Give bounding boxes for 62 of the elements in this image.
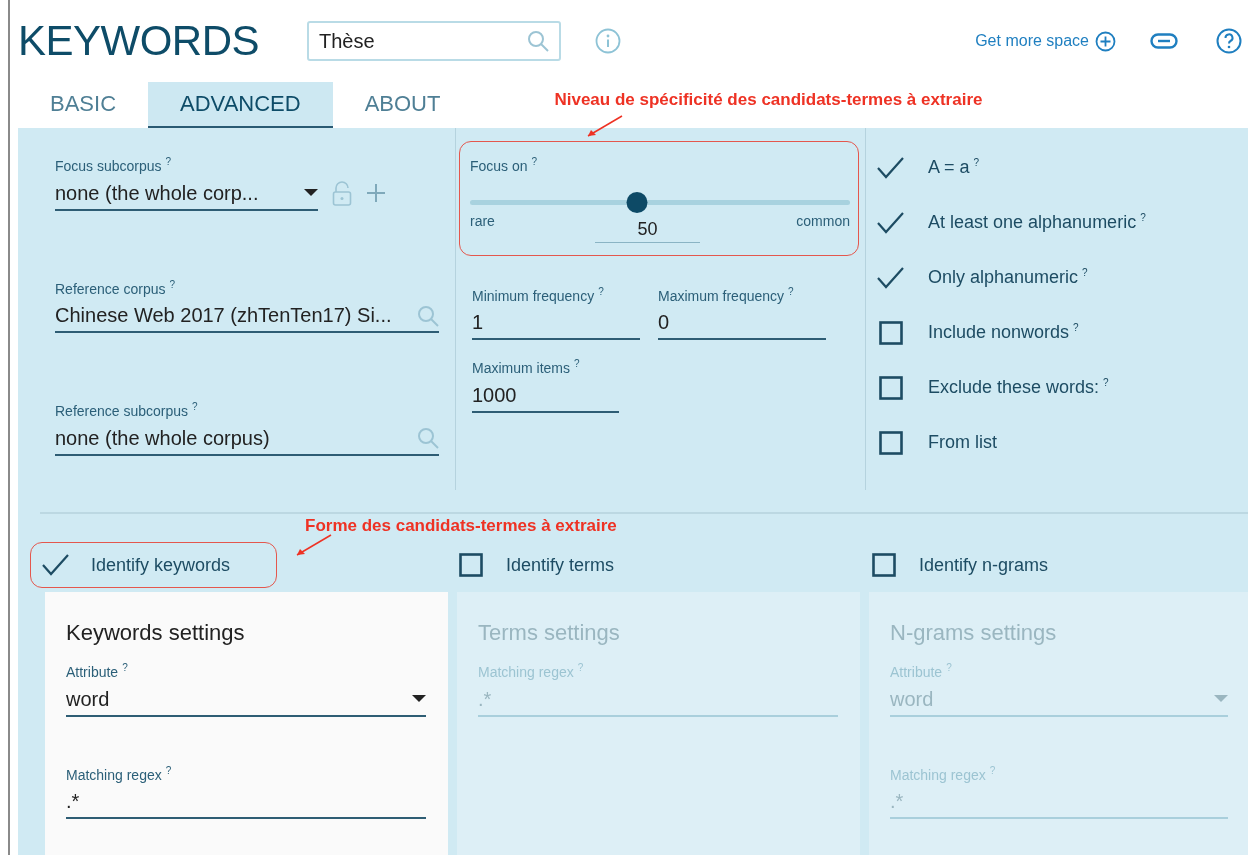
slider-min-label: rare (470, 212, 495, 229)
input-field[interactable]: 1000 (472, 383, 619, 413)
caret-icon (412, 695, 426, 704)
tab[interactable]: ADVANCED (148, 82, 333, 128)
checkbox-icon (879, 375, 903, 400)
field-label: Minimum frequency $^{?}$ (472, 285, 605, 304)
field-label: Attribute $^{?}$ (66, 662, 129, 680)
dropdown-field[interactable]: none (the whole corp... (55, 181, 318, 211)
checkbox[interactable] (456, 550, 486, 580)
field-label: Reference subcorpus $^{?}$ (55, 401, 199, 419)
caret-icon (1214, 695, 1228, 704)
option-label: At least one alphanumeric $^{?}$ (928, 212, 1146, 233)
field-label: Matching regex $^{?}$ (66, 764, 173, 783)
checkmark-icon (876, 155, 906, 180)
card-title: Terms settings (478, 620, 621, 646)
field-label: Focus on $^{?}$ (470, 156, 539, 174)
checkmark-icon (876, 210, 906, 235)
caret-icon (304, 189, 318, 198)
field-label: Maximum items $^{?}$ (472, 358, 581, 376)
input-field[interactable]: .* (66, 790, 426, 820)
input-field[interactable]: 0 (658, 311, 826, 341)
option-label: Only alphanumeric $^{?}$ (928, 267, 1088, 288)
option-label: Include nonwords $^{?}$ (928, 322, 1079, 343)
mode-label: Identify keywords (91, 554, 231, 576)
dropdown-field[interactable]: word (66, 687, 426, 717)
link-icon[interactable] (1150, 33, 1178, 49)
field-label: Matching regex $^{?}$ (890, 764, 997, 783)
plus-circle-icon (1095, 30, 1116, 52)
checkbox-icon (459, 553, 483, 577)
input-field[interactable]: 1 (472, 311, 640, 341)
option-label: A = a $^{?}$ (928, 157, 980, 178)
field-label: Reference corpus $^{?}$ (55, 278, 177, 297)
field-label: Matching regex $^{?}$ (478, 662, 585, 680)
search-field[interactable]: Thèse (307, 21, 562, 61)
input-field[interactable]: Chinese Web 2017 (zhTenTen17) Si... (55, 304, 439, 334)
checkbox-icon (872, 553, 896, 577)
card-title: Keywords settings (66, 620, 246, 646)
checkmark-icon (41, 553, 71, 577)
mode-label: Identify n-grams (919, 554, 1049, 576)
field-label: Maximum frequency $^{?}$ (658, 285, 795, 304)
field-label: Focus subcorpus $^{?}$ (55, 156, 173, 174)
checkbox-icon (879, 430, 903, 455)
field-label: Attribute $^{?}$ (890, 662, 953, 680)
mode-label: Identify terms (506, 554, 615, 576)
checkbox[interactable] (869, 550, 899, 580)
slider-max-label: common (796, 212, 850, 229)
input-field[interactable]: none (the whole corpus) (55, 426, 439, 456)
checkbox-icon (879, 320, 903, 345)
app-title: KEYWORDS (18, 17, 260, 65)
option-label: From list (928, 432, 997, 453)
checkmark-icon (876, 265, 906, 290)
annotation-text: Forme des candidats-termes à extraire (305, 516, 617, 536)
option-label: Exclude these words: $^{?}$ (928, 377, 1109, 398)
slider-value-field[interactable]: 50 (594, 212, 700, 243)
card-title: N-grams settings (890, 620, 1058, 646)
tab[interactable]: ABOUT (332, 82, 473, 128)
get-more-space-link[interactable]: Get more space (975, 30, 1116, 52)
slider-track[interactable] (470, 191, 850, 213)
tab[interactable]: BASIC (18, 82, 149, 128)
slider-thumb[interactable] (626, 191, 648, 213)
annotation-text: Niveau de spécificité des candidats-termes à extraire (554, 90, 983, 128)
help-icon[interactable] (1216, 28, 1242, 54)
